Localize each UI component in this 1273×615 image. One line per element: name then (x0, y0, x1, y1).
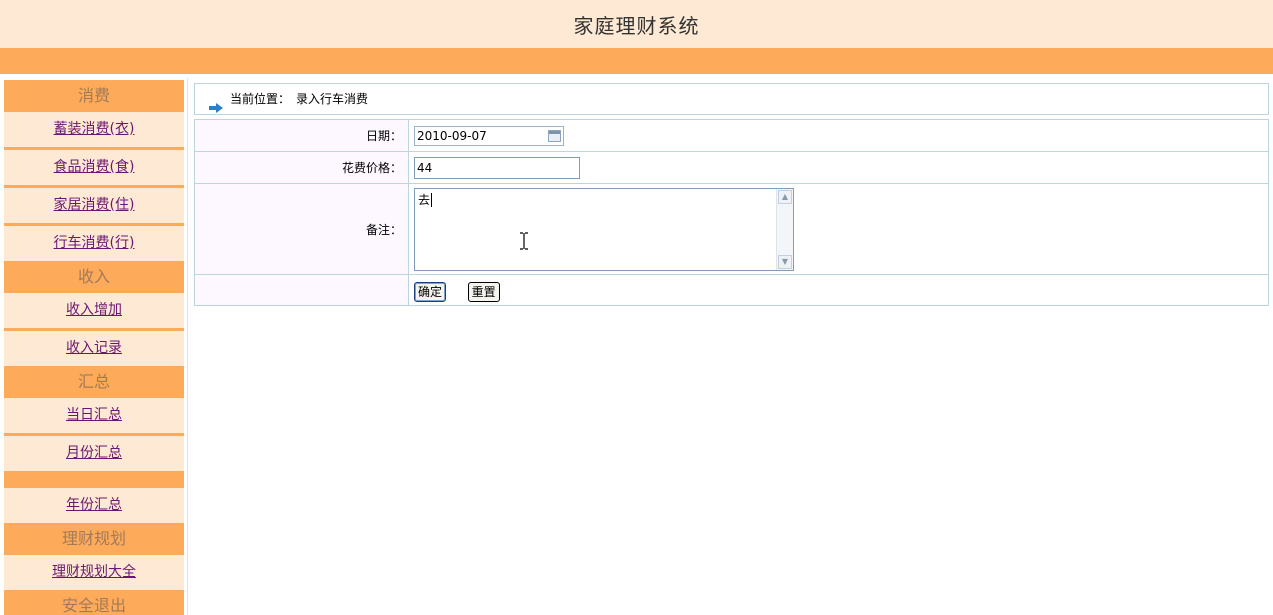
sidebar-section-summary: 汇总 (4, 366, 184, 398)
form-row-price: 花费价格： (194, 151, 1269, 184)
form-row-actions: 确定 重置 (194, 274, 1269, 306)
sidebar-spacer (4, 471, 184, 488)
sidebar: 消费 蓄装消费(衣) 食品消费(食) 家居消费(住) 行车消费(行) 收入 收入… (4, 80, 184, 615)
text-caret (431, 193, 433, 207)
reset-button[interactable]: 重置 (467, 281, 500, 302)
sidebar-item-income-add: 收入增加 (4, 293, 184, 331)
sidebar-item-home: 家居消费(住) (4, 188, 184, 226)
sidebar-link-income-add[interactable]: 收入增加 (66, 302, 122, 318)
sidebar-item-driving: 行车消费(行) (4, 226, 184, 261)
actions-cell: 确定 重置 (408, 274, 1269, 306)
sidebar-item-planning: 理财规划大全 (4, 555, 184, 590)
form-row-note: 备注： 去 ▲ ▼ (194, 183, 1269, 275)
price-input[interactable] (414, 156, 580, 179)
breadcrumb-label: 当前位置： (230, 92, 291, 106)
expense-form: 日期： 2010-09-07 花费价格： 备注： 去 ▲ ▼ (194, 119, 1269, 306)
sidebar-section-planning: 理财规划 (4, 523, 184, 555)
sidebar-link-clothing[interactable]: 蓄装消费(衣) (54, 121, 135, 137)
note-cell: 去 ▲ ▼ (408, 183, 1269, 275)
date-field[interactable]: 2010-09-07 (414, 125, 564, 146)
calendar-icon[interactable] (548, 129, 561, 142)
note-scrollbar[interactable]: ▲ ▼ (776, 188, 793, 270)
submit-button[interactable]: 确定 (414, 281, 447, 302)
actions-label-cell (194, 274, 409, 306)
scroll-up-icon[interactable]: ▲ (778, 189, 792, 204)
price-label: 花费价格： (194, 151, 409, 184)
date-value: 2010-09-07 (417, 128, 487, 143)
date-cell: 2010-09-07 (408, 119, 1269, 152)
date-label: 日期： (194, 119, 409, 152)
note-value: 去 (418, 192, 431, 207)
price-cell (408, 151, 1269, 184)
scroll-down-icon[interactable]: ▼ (778, 254, 792, 269)
note-textarea[interactable]: 去 ▲ ▼ (414, 187, 794, 271)
form-row-date: 日期： 2010-09-07 (194, 119, 1269, 152)
sidebar-link-daily-summary[interactable]: 当日汇总 (66, 407, 122, 423)
breadcrumb: 当前位置： 录入行车消费 (194, 83, 1269, 115)
sidebar-logout[interactable]: 安全退出 (4, 590, 184, 615)
header-accent-bar (0, 48, 1273, 74)
sidebar-section-income: 收入 (4, 261, 184, 293)
sidebar-item-food: 食品消费(食) (4, 150, 184, 188)
note-label: 备注： (194, 183, 409, 275)
sidebar-link-income-records[interactable]: 收入记录 (66, 340, 122, 356)
sidebar-link-home[interactable]: 家居消费(住) (54, 197, 135, 213)
text-cursor-icon (519, 232, 529, 250)
sidebar-divider (187, 78, 188, 615)
sidebar-item-yearly-summary: 年份汇总 (4, 488, 184, 523)
sidebar-link-monthly-summary[interactable]: 月份汇总 (66, 445, 122, 461)
sidebar-item-monthly-summary: 月份汇总 (4, 436, 184, 471)
sidebar-section-consumption: 消费 (4, 80, 184, 112)
sidebar-item-clothing: 蓄装消费(衣) (4, 112, 184, 150)
header: 家庭理财系统 (0, 0, 1273, 48)
sidebar-link-planning[interactable]: 理财规划大全 (52, 564, 136, 580)
sidebar-link-yearly-summary[interactable]: 年份汇总 (66, 497, 122, 513)
sidebar-item-income-records: 收入记录 (4, 331, 184, 366)
app-title: 家庭理财系统 (573, 14, 700, 38)
breadcrumb-current-page: 录入行车消费 (296, 92, 369, 106)
sidebar-link-driving[interactable]: 行车消费(行) (54, 235, 135, 251)
sidebar-link-food[interactable]: 食品消费(食) (54, 159, 135, 175)
sidebar-item-daily-summary: 当日汇总 (4, 398, 184, 436)
